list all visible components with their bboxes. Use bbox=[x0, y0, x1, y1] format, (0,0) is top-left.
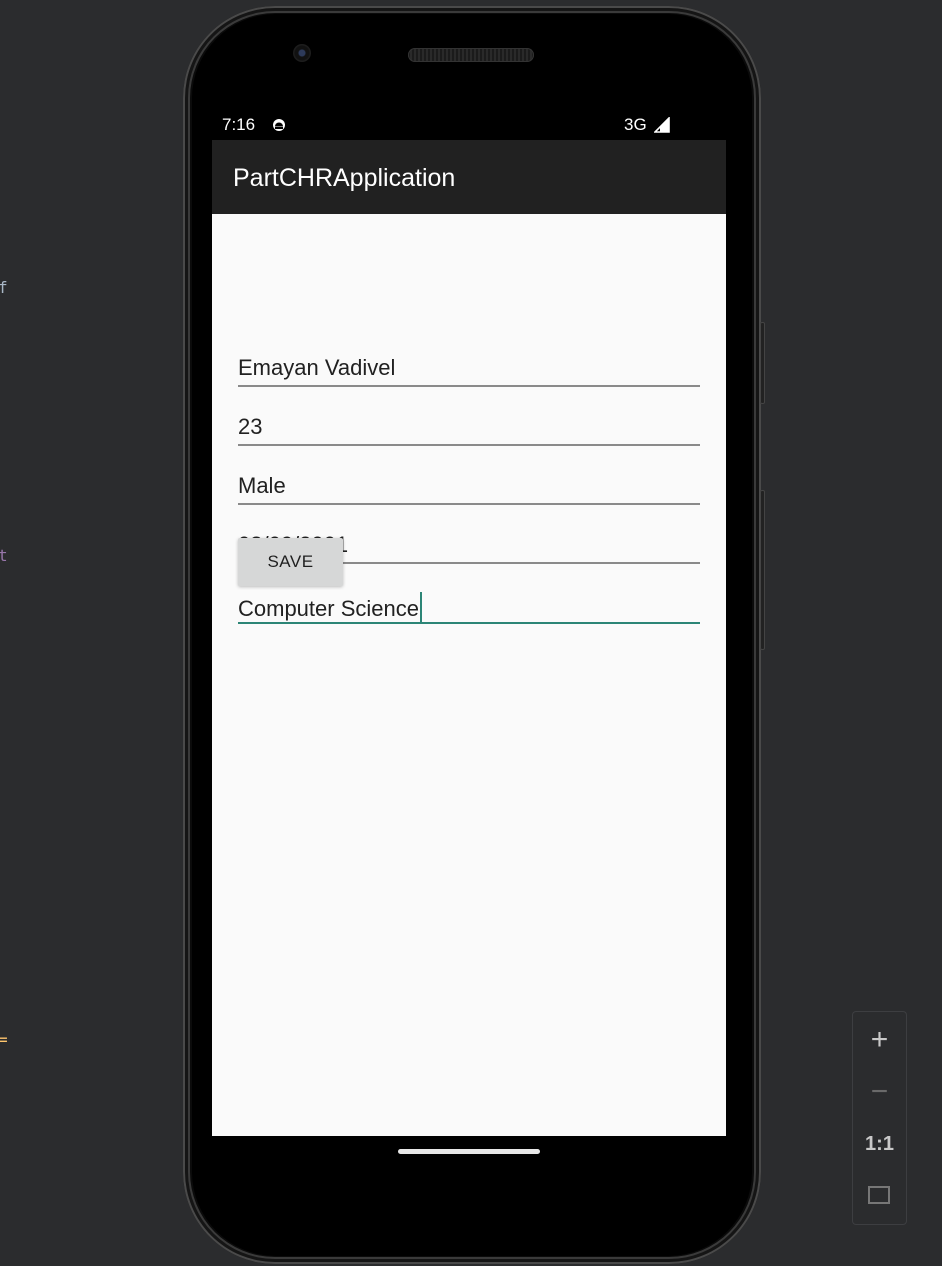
volume-button[interactable] bbox=[760, 490, 765, 650]
age-field-value: 23 bbox=[238, 414, 263, 439]
earpiece-speaker bbox=[408, 48, 534, 62]
text-cursor bbox=[419, 592, 422, 622]
actual-size-button[interactable]: 1:1 bbox=[852, 1119, 907, 1169]
name-field-value: Emayan Vadivel bbox=[238, 355, 396, 380]
department-field[interactable]: Computer Science bbox=[238, 584, 700, 624]
emulator-zoom-panel: + − 1:1 bbox=[852, 1011, 907, 1225]
gender-field[interactable]: Male bbox=[238, 465, 700, 505]
field-underline bbox=[238, 503, 700, 505]
device-screen: 7:16 3G PartCHRApplication Emayan Vadive… bbox=[212, 108, 726, 1136]
editor-edge-glyph: t bbox=[0, 546, 8, 565]
save-button[interactable]: SAVE bbox=[238, 538, 343, 586]
status-time: 7:16 bbox=[222, 115, 256, 134]
emulator-window: f t = 7:16 3G PartCHRApplication Emayan … bbox=[0, 0, 942, 1266]
cell-signal-icon bbox=[653, 116, 670, 133]
app-toolbar: PartCHRApplication bbox=[212, 140, 726, 214]
department-field-value: Computer Science bbox=[238, 592, 422, 622]
fit-screen-icon bbox=[868, 1186, 890, 1204]
editor-edge-glyph: f bbox=[0, 278, 8, 297]
editor-edge-glyph: = bbox=[0, 1030, 8, 1049]
network-type: 3G bbox=[624, 115, 647, 134]
fit-screen-button[interactable] bbox=[852, 1173, 907, 1223]
status-bar: 7:16 3G bbox=[212, 108, 726, 140]
android-notification-icon bbox=[272, 117, 286, 131]
field-underline bbox=[238, 444, 700, 446]
field-underline bbox=[238, 385, 700, 387]
power-button[interactable] bbox=[760, 322, 765, 404]
app-title: PartCHRApplication bbox=[233, 164, 456, 192]
gesture-nav-handle[interactable] bbox=[398, 1149, 540, 1154]
gender-field-value: Male bbox=[238, 473, 286, 498]
form-content: Emayan Vadivel 23 Male 08/09/2001 Comput… bbox=[212, 214, 726, 1136]
department-field-text: Computer Science bbox=[238, 596, 419, 621]
name-field[interactable]: Emayan Vadivel bbox=[238, 347, 700, 387]
field-underline-focused bbox=[238, 622, 700, 624]
age-field[interactable]: 23 bbox=[238, 406, 700, 446]
zoom-in-button[interactable]: + bbox=[852, 1015, 907, 1065]
front-camera bbox=[293, 44, 311, 62]
zoom-out-button[interactable]: − bbox=[852, 1067, 907, 1117]
